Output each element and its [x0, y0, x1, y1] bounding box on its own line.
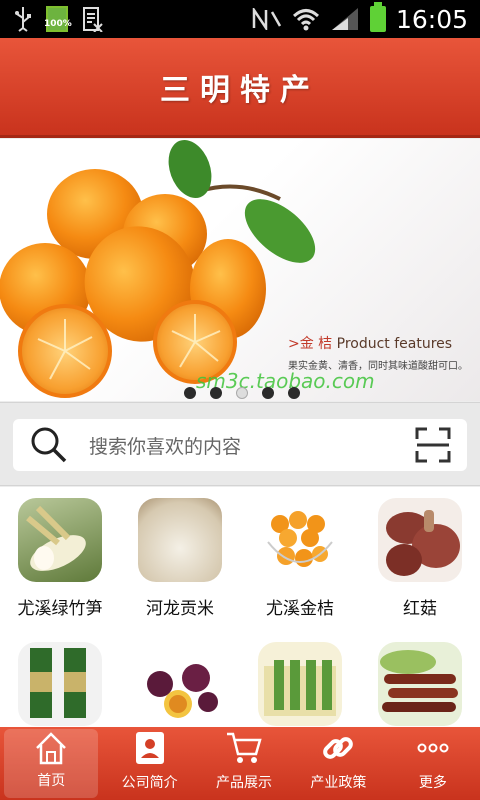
product-item[interactable]: 河龙贡米 [120, 498, 240, 619]
signal-icon [331, 8, 358, 30]
page-title: 三明特产 [160, 72, 320, 108]
banner-feature-title: >金 桔 Product features [288, 336, 453, 352]
carousel-indicator [184, 387, 300, 399]
passion-fruit-image [138, 642, 222, 726]
product-item[interactable]: 尤溪金桔 [240, 498, 360, 619]
wifi-icon [292, 9, 319, 31]
nfc-icon [252, 8, 282, 30]
home-icon [36, 731, 67, 764]
product-item[interactable] [360, 642, 480, 726]
search-placeholder: 搜索你喜欢的内容 [89, 435, 242, 458]
red-mushroom-image [378, 498, 462, 582]
product-label: 尤溪绿竹笋 [17, 599, 103, 619]
link-icon [323, 737, 354, 759]
carousel-dot[interactable] [210, 387, 222, 399]
product-grid: 尤溪绿竹笋 河龙贡米 尤溪金桔 红菇 [0, 487, 480, 727]
search-section: 搜索你喜欢的内容 [0, 402, 480, 486]
search-icon [31, 427, 67, 463]
bottom-tab-bar: 首页 公司简介 产品展示 产业政策 更多 [0, 727, 480, 800]
carousel-dot[interactable] [262, 387, 274, 399]
product-item[interactable]: 红菇 [360, 498, 480, 619]
carousel-dot-active[interactable] [236, 387, 248, 399]
product-label: 尤溪金桔 [266, 599, 334, 619]
tab-more[interactable]: 更多 [386, 727, 480, 800]
tab-industry-policy[interactable]: 产业政策 [291, 727, 385, 800]
tab-products[interactable]: 产品展示 [197, 727, 291, 800]
document-icon [83, 7, 103, 32]
more-icon [417, 743, 449, 753]
product-item[interactable] [0, 642, 120, 726]
product-label: 红菇 [403, 599, 437, 619]
kumquat-image [0, 139, 316, 398]
scan-icon[interactable] [415, 427, 451, 463]
sausage-image [378, 642, 462, 726]
rice-image [138, 498, 222, 582]
app-header: 三明特产 [0, 38, 480, 138]
battery-icon [369, 2, 386, 32]
carousel-dot[interactable] [184, 387, 196, 399]
product-item[interactable]: 尤溪绿竹笋 [0, 498, 120, 619]
tab-home[interactable]: 首页 [4, 729, 99, 798]
usb-icon [15, 7, 31, 32]
bamboo-shoot-image [18, 498, 102, 582]
clock: 16:05 [395, 4, 468, 34]
banner-carousel[interactable]: >金 桔 Product features 果实金黄、清香，同时其味道酸甜可口。… [0, 139, 480, 401]
bamboo-tube-image [18, 642, 102, 726]
tab-company-profile[interactable]: 公司简介 [102, 727, 196, 800]
product-item[interactable] [120, 642, 240, 726]
product-item[interactable] [240, 642, 360, 726]
kumquat-bowl-image [258, 498, 342, 582]
shopping-cart-icon [227, 732, 262, 763]
battery-full-icon: 100% [44, 6, 72, 32]
status-bar: 100% 16:05 [0, 0, 480, 38]
contact-card-icon [135, 732, 164, 764]
carousel-dot[interactable] [288, 387, 300, 399]
search-input[interactable]: 搜索你喜欢的内容 [13, 419, 467, 471]
gift-box-image [258, 642, 342, 726]
product-label: 河龙贡米 [146, 599, 214, 619]
